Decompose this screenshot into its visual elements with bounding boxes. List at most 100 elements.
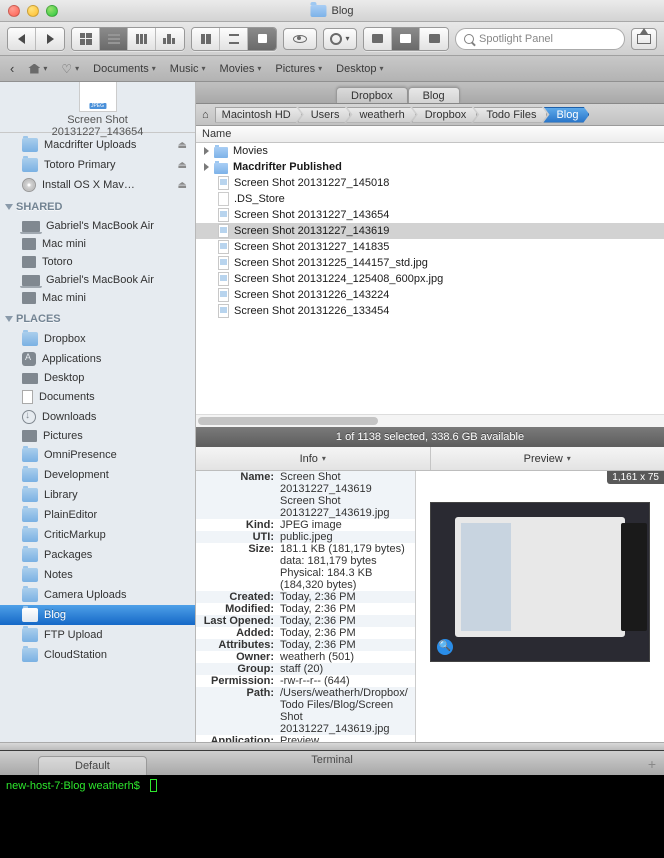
shared-header[interactable]: SHARED bbox=[0, 197, 195, 215]
add-tab-button[interactable]: + bbox=[648, 756, 656, 772]
sidebar-item[interactable]: Mac mini bbox=[0, 235, 195, 253]
file-row[interactable]: Screen Shot 20131227_143654 bbox=[196, 207, 664, 223]
fav-heart[interactable]: ♡▾ bbox=[61, 62, 79, 76]
info-key: Added: bbox=[200, 627, 280, 639]
panel-3-button[interactable] bbox=[420, 28, 448, 50]
sidebar-item[interactable]: Camera Uploads bbox=[0, 585, 195, 605]
resize-handle[interactable] bbox=[0, 742, 664, 750]
sidebar-item[interactable]: OmniPresence bbox=[0, 445, 195, 465]
icon-view-button[interactable] bbox=[72, 28, 100, 50]
column-header[interactable]: Name bbox=[196, 126, 664, 143]
folder-icon bbox=[214, 163, 228, 174]
sidebar-item[interactable]: Pictures bbox=[0, 427, 195, 445]
fav-documents[interactable]: Documents▾ bbox=[93, 63, 156, 75]
sidebar-item-label: Notes bbox=[44, 569, 73, 581]
sidebar-item[interactable]: CriticMarkup bbox=[0, 525, 195, 545]
sidebar-item[interactable]: FTP Upload bbox=[0, 625, 195, 645]
zoom-window-button[interactable] bbox=[46, 5, 58, 17]
file-row[interactable]: Screen Shot 20131225_144157_std.jpg bbox=[196, 255, 664, 271]
action-button[interactable]: ▾ bbox=[323, 28, 357, 50]
fav-pictures[interactable]: Pictures▾ bbox=[275, 63, 322, 75]
shelf-item[interactable]: Screen Shot 20131227_143654 bbox=[23, 82, 173, 138]
eject-icon[interactable]: ⏏ bbox=[178, 140, 187, 151]
sidebar-item[interactable]: Gabriel's MacBook Air bbox=[0, 271, 195, 289]
fav-home[interactable]: ▾ bbox=[28, 64, 47, 74]
info-value: Screen Shot 20131227_143619Screen Shot 2… bbox=[280, 471, 411, 519]
file-row[interactable]: Screen Shot 20131226_133454 bbox=[196, 303, 664, 319]
tab[interactable]: Dropbox bbox=[336, 87, 408, 103]
sidebar-item[interactable]: Notes bbox=[0, 565, 195, 585]
close-window-button[interactable] bbox=[8, 5, 20, 17]
minimize-window-button[interactable] bbox=[27, 5, 39, 17]
tab[interactable]: Blog bbox=[408, 87, 460, 103]
eject-icon[interactable]: ⏏ bbox=[178, 180, 187, 191]
column-view-button[interactable] bbox=[128, 28, 156, 50]
search-field[interactable]: Spotlight Panel bbox=[455, 28, 625, 50]
disclosure-icon[interactable] bbox=[204, 163, 209, 171]
sidebar-item[interactable]: Totoro Primary⏏ bbox=[0, 155, 195, 175]
sidebar-item[interactable]: Mac mini bbox=[0, 289, 195, 307]
sidebar-item[interactable]: Dropbox bbox=[0, 329, 195, 349]
breadcrumb[interactable]: Blog bbox=[543, 107, 589, 123]
forward-button[interactable] bbox=[36, 28, 64, 50]
preview-pane-header[interactable]: Preview▾ bbox=[431, 447, 664, 470]
sidebar-item[interactable]: CloudStation bbox=[0, 645, 195, 665]
sidebar-item[interactable]: Install OS X Mav…⏏ bbox=[0, 175, 195, 195]
sidebar-item[interactable]: Blog bbox=[0, 605, 195, 625]
breadcrumb[interactable]: Macintosh HD bbox=[215, 107, 302, 123]
arrange-2-button[interactable] bbox=[220, 28, 248, 50]
eject-icon[interactable]: ⏏ bbox=[178, 160, 187, 171]
file-row[interactable]: Screen Shot 20131227_145018 bbox=[196, 175, 664, 191]
img-icon bbox=[218, 256, 229, 270]
coverflow-view-button[interactable] bbox=[156, 28, 184, 50]
back-button[interactable] bbox=[8, 28, 36, 50]
sidebar-item[interactable]: PlainEditor bbox=[0, 505, 195, 525]
info-value: Today, 2:36 PM bbox=[280, 591, 356, 603]
sidebar-item[interactable]: Development bbox=[0, 465, 195, 485]
file-row[interactable]: Screen Shot 20131227_141835 bbox=[196, 239, 664, 255]
file-row[interactable]: Screen Shot 20131226_143224 bbox=[196, 287, 664, 303]
desk-icon bbox=[22, 373, 38, 384]
fav-movies[interactable]: Movies▾ bbox=[220, 63, 262, 75]
file-row[interactable]: Movies bbox=[196, 143, 664, 159]
breadcrumb[interactable]: Dropbox bbox=[412, 107, 478, 123]
fav-back[interactable]: ‹ bbox=[10, 61, 14, 76]
share-button[interactable] bbox=[631, 28, 657, 50]
sidebar-item[interactable]: Documents bbox=[0, 387, 195, 407]
breadcrumb[interactable]: weatherh bbox=[346, 107, 415, 123]
quicklook-button[interactable] bbox=[283, 28, 317, 50]
quicklook-icon[interactable]: 🔍 bbox=[437, 639, 453, 655]
arrange-3-button[interactable] bbox=[248, 28, 276, 50]
disclosure-icon[interactable] bbox=[204, 147, 209, 155]
file-row[interactable]: Screen Shot 20131227_143619 bbox=[196, 223, 664, 239]
fav-desktop[interactable]: Desktop▾ bbox=[336, 63, 383, 75]
file-row[interactable]: .DS_Store bbox=[196, 191, 664, 207]
file-row[interactable]: Macdrifter Published bbox=[196, 159, 664, 175]
horizontal-scrollbar[interactable] bbox=[196, 414, 664, 427]
sidebar-item[interactable]: Packages bbox=[0, 545, 195, 565]
breadcrumb[interactable]: Users bbox=[298, 107, 351, 123]
places-header[interactable]: PLACES bbox=[0, 309, 195, 327]
arrange-1-button[interactable] bbox=[192, 28, 220, 50]
info-pane-header[interactable]: Info▾ bbox=[196, 447, 431, 470]
file-name: Screen Shot 20131226_143224 bbox=[234, 289, 389, 301]
fav-music[interactable]: Music▾ bbox=[170, 63, 206, 75]
sidebar-item[interactable]: Gabriel's MacBook Air bbox=[0, 217, 195, 235]
sidebar-item[interactable]: Desktop bbox=[0, 369, 195, 387]
file-row[interactable]: Screen Shot 20131224_125408_600px.jpg bbox=[196, 271, 664, 287]
sidebar-item[interactable]: Applications bbox=[0, 349, 195, 369]
terminal-tab[interactable]: Default bbox=[38, 756, 147, 775]
breadcrumb[interactable]: Todo Files bbox=[473, 107, 547, 123]
info-row: Name:Screen Shot 20131227_143619Screen S… bbox=[196, 471, 415, 519]
panel-1-button[interactable] bbox=[364, 28, 392, 50]
sidebar-item[interactable]: Library bbox=[0, 485, 195, 505]
sidebar-item[interactable]: Downloads bbox=[0, 407, 195, 427]
sidebar-item[interactable]: Totoro bbox=[0, 253, 195, 271]
list-view-button[interactable] bbox=[100, 28, 128, 50]
status-bar: 1 of 1138 selected, 338.6 GB available bbox=[196, 427, 664, 447]
sidebar-item-label: Pictures bbox=[43, 430, 83, 442]
sidebar-item[interactable]: Macdrifter Uploads⏏ bbox=[0, 135, 195, 155]
panel-2-button[interactable] bbox=[392, 28, 420, 50]
terminal-body[interactable]: new-host-7:Blog weatherh$ bbox=[0, 775, 664, 858]
preview-thumbnail[interactable]: 🔍 bbox=[430, 502, 650, 662]
